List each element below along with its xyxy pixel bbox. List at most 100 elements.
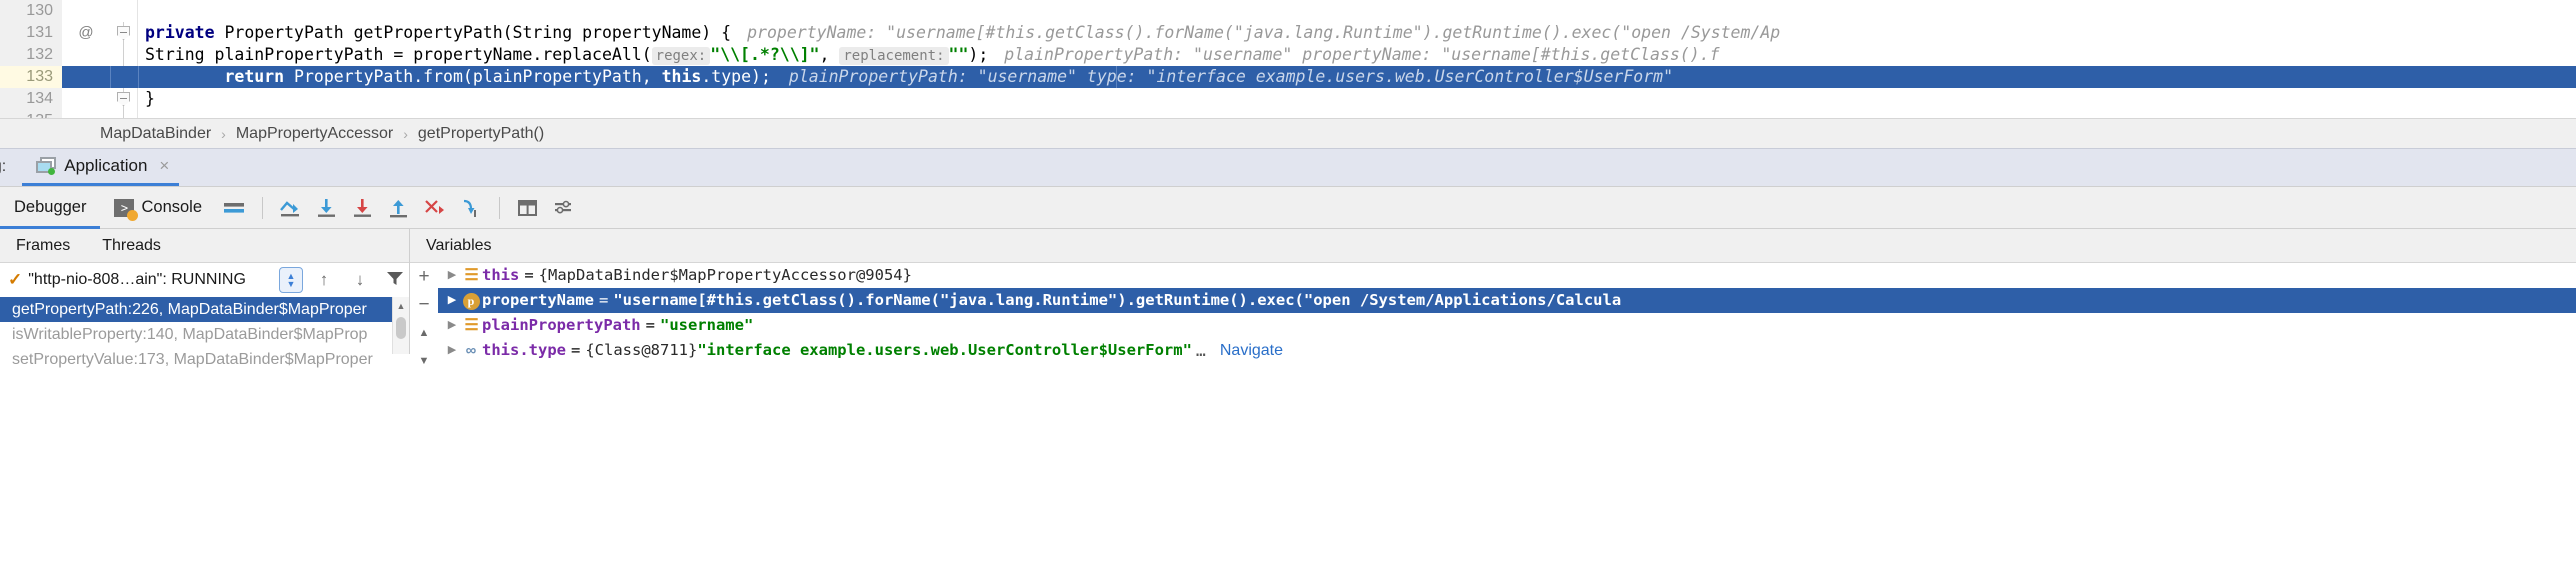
debug-toolwindow-label: ug: bbox=[0, 158, 7, 175]
line-number: 130 bbox=[0, 0, 62, 22]
fold-collapse-icon[interactable] bbox=[117, 92, 130, 106]
expander-icon[interactable]: ▶ bbox=[444, 338, 460, 363]
keyword-token: return bbox=[224, 67, 285, 86]
fold-gutter[interactable] bbox=[110, 44, 138, 66]
annotation-gutter[interactable] bbox=[62, 88, 110, 110]
step-out-icon[interactable] bbox=[384, 193, 414, 223]
breadcrumb-item-method[interactable]: getPropertyPath() bbox=[418, 125, 544, 143]
variables-tree[interactable]: ▶ ☰ this = {MapDataBinder$MapPropertyAcc… bbox=[438, 263, 2576, 360]
keyword-token: this bbox=[661, 67, 702, 86]
gutter-divider bbox=[137, 22, 138, 44]
stack-frame-row[interactable]: isWritableProperty:140, MapDataBinder$Ma… bbox=[0, 322, 409, 347]
variable-row-this-type[interactable]: ▶ ∞ this.type = {Class@8711} "interface … bbox=[438, 338, 2576, 363]
drop-frame-icon[interactable] bbox=[420, 193, 450, 223]
tab-console[interactable]: > Console bbox=[100, 187, 216, 229]
gutter-seam bbox=[110, 66, 111, 88]
console-icon: > bbox=[114, 198, 139, 221]
gutter-divider bbox=[137, 0, 138, 22]
frames-pane-tabs[interactable]: Frames Threads bbox=[0, 229, 409, 263]
code-token: , bbox=[819, 45, 840, 64]
annotation-gutter[interactable] bbox=[62, 44, 110, 66]
fold-collapse-icon[interactable] bbox=[117, 26, 130, 40]
annotation-gutter[interactable] bbox=[62, 0, 110, 22]
fold-gutter[interactable] bbox=[110, 0, 138, 22]
code-line-133-execution-point[interactable]: 133 return PropertyPath.from(plainProper… bbox=[0, 66, 2576, 88]
fold-gutter[interactable] bbox=[110, 88, 138, 110]
code-line-131[interactable]: 131 @ private PropertyPath getPropertyPa… bbox=[0, 22, 2576, 44]
breadcrumb[interactable]: MapDataBinder › MapPropertyAccessor › ge… bbox=[0, 118, 2576, 148]
fold-gutter[interactable] bbox=[110, 110, 138, 118]
thread-combo-dropdown-icon[interactable]: ▲ ▼ bbox=[279, 267, 303, 293]
stack-frame-row[interactable]: setPropertyValue:173, MapDataBinder$MapP… bbox=[0, 347, 409, 372]
toolbar-divider bbox=[499, 196, 501, 219]
thread-combo-value[interactable]: "http-nio-808…ain": RUNNING bbox=[28, 271, 269, 289]
filter-icon[interactable] bbox=[381, 269, 409, 292]
navigate-link[interactable]: Navigate bbox=[1210, 338, 1283, 363]
debug-toolwindow-header: ug: Application × bbox=[0, 148, 2576, 186]
variable-row-this[interactable]: ▶ ☰ this = {MapDataBinder$MapPropertyAcc… bbox=[438, 263, 2576, 288]
inlay-hint: plainPropertyPath: "username" propertyNa… bbox=[1004, 45, 1720, 64]
variable-value: "username[#this.getClass().forName("java… bbox=[613, 291, 1622, 309]
thread-selector-row[interactable]: ✓ "http-nio-808…ain": RUNNING ▲ ▼ ↑ ↓ bbox=[0, 263, 409, 297]
code-editor[interactable]: 130 131 @ private PropertyPath getProper… bbox=[0, 0, 2576, 118]
frame-up-button[interactable]: ↑ bbox=[309, 270, 339, 290]
scroll-up-icon[interactable]: ▲ bbox=[393, 297, 409, 314]
expander-icon[interactable]: ▶ bbox=[444, 263, 460, 288]
tab-debugger[interactable]: Debugger bbox=[0, 187, 101, 229]
code-content: private PropertyPath getPropertyPath(Str… bbox=[145, 22, 1780, 44]
step-into-icon[interactable] bbox=[312, 193, 342, 223]
code-token: PropertyPath.from(plainPropertyPath, bbox=[284, 67, 662, 86]
fold-line bbox=[123, 110, 124, 118]
fold-line bbox=[123, 44, 124, 66]
annotation-marker[interactable]: @ bbox=[62, 22, 110, 44]
tab-frames[interactable]: Frames bbox=[0, 237, 86, 255]
expander-icon[interactable]: ▶ bbox=[444, 288, 460, 313]
evaluate-expression-icon[interactable] bbox=[513, 193, 543, 223]
session-tab-label: Application bbox=[64, 156, 148, 175]
gutter-divider bbox=[137, 88, 138, 110]
truncation-ellipsis: … bbox=[1195, 341, 1206, 360]
debugger-toolbar[interactable]: Debugger > Console bbox=[0, 186, 2576, 229]
gutter-divider bbox=[137, 110, 138, 118]
run-to-cursor-icon[interactable] bbox=[456, 193, 486, 223]
fold-gutter[interactable] bbox=[110, 22, 138, 44]
line-number: 131 bbox=[0, 22, 62, 44]
scroll-up-button[interactable]: ▲ bbox=[410, 319, 438, 347]
session-tab-application[interactable]: Application × bbox=[22, 156, 180, 186]
remove-watch-button[interactable]: − bbox=[410, 291, 438, 319]
step-over-icon[interactable] bbox=[276, 193, 306, 223]
equals-sign: = bbox=[645, 316, 655, 334]
variable-row-propertyName[interactable]: ▶ p propertyName = "username[#this.getCl… bbox=[438, 288, 2576, 313]
frame-down-button[interactable]: ↓ bbox=[345, 270, 375, 290]
variables-tool-column[interactable]: + − ▲ ▼ bbox=[410, 263, 438, 367]
code-content: return PropertyPath.from(plainPropertyPa… bbox=[145, 66, 1673, 88]
scroll-down-button[interactable]: ▼ bbox=[410, 347, 438, 375]
code-line-134[interactable]: 134 } bbox=[0, 88, 2576, 110]
code-content: } bbox=[145, 89, 155, 108]
add-watch-button[interactable]: + bbox=[410, 263, 438, 291]
close-icon[interactable]: × bbox=[155, 156, 169, 176]
frames-scrollbar[interactable]: ▲ bbox=[392, 297, 409, 354]
scrollbar-thumb[interactable] bbox=[396, 317, 406, 339]
code-line-135[interactable]: 135 bbox=[0, 110, 2576, 118]
expander-icon[interactable]: ▶ bbox=[444, 313, 460, 338]
code-content: String plainPropertyPath = propertyName.… bbox=[145, 44, 1720, 66]
breadcrumb-item-inner-class[interactable]: MapPropertyAccessor bbox=[236, 125, 393, 143]
layout-settings-icon[interactable] bbox=[219, 193, 249, 223]
variable-row-plainPropertyPath[interactable]: ▶ ☰ plainPropertyPath = "username" bbox=[438, 313, 2576, 338]
tab-threads[interactable]: Threads bbox=[86, 237, 177, 255]
breadcrumb-item-class[interactable]: MapDataBinder bbox=[100, 125, 211, 143]
settings-icon[interactable] bbox=[549, 193, 579, 223]
code-line-132[interactable]: 132 String plainPropertyPath = propertyN… bbox=[0, 44, 2576, 66]
inlay-hint: plainPropertyPath: "username" type: "int… bbox=[788, 67, 1674, 86]
code-line-130[interactable]: 130 bbox=[0, 0, 2576, 22]
stack-frame-row-selected[interactable]: getPropertyPath:226, MapDataBinder$MapPr… bbox=[0, 297, 409, 322]
tab-debugger-label: Debugger bbox=[14, 198, 87, 216]
force-step-into-icon[interactable] bbox=[348, 193, 378, 223]
tab-console-label: Console bbox=[141, 198, 203, 216]
variable-value: "username" bbox=[659, 316, 754, 334]
variables-pane-title: Variables bbox=[410, 229, 2576, 263]
annotation-gutter[interactable] bbox=[62, 110, 110, 118]
inlay-hint: propertyName: "username[#this.getClass()… bbox=[747, 23, 1781, 42]
